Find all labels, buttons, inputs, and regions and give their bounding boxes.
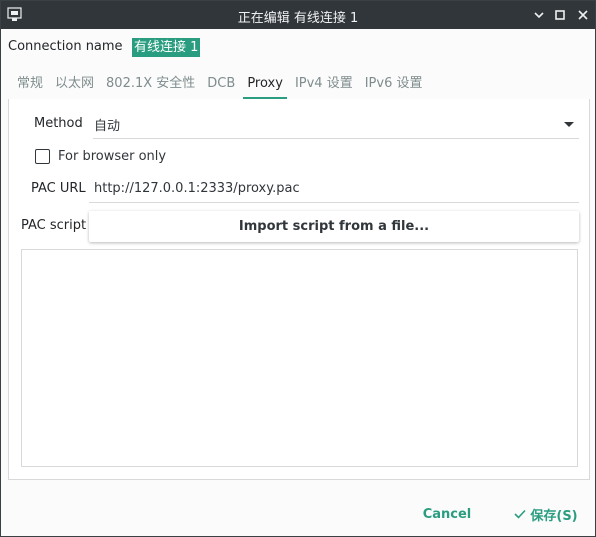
pac-script-textarea[interactable]: [21, 249, 578, 467]
pac-script-label: PAC script: [21, 218, 87, 233]
close-icon[interactable]: [574, 6, 592, 24]
tab-bar: 常规 以太网 802.1X 安全性 DCB Proxy IPv4 设置 IPv6…: [11, 73, 429, 99]
browser-only-row[interactable]: For browser only: [35, 149, 166, 164]
method-value: 自动: [94, 119, 121, 134]
checkmark-icon: [514, 509, 526, 519]
proxy-panel: Method 自动 For browser only PAC URL http:…: [8, 99, 590, 480]
window-title: 正在编辑 有线连接 1: [237, 11, 359, 26]
tab-ipv4-settings[interactable]: IPv4 设置: [289, 73, 359, 99]
browser-only-label: For browser only: [58, 149, 167, 164]
tab-ethernet[interactable]: 以太网: [49, 73, 100, 99]
connection-name-input[interactable]: 有线连接 1: [132, 38, 590, 60]
maximize-icon[interactable]: [551, 6, 569, 24]
tab-dcb[interactable]: DCB: [201, 73, 241, 99]
save-button-label: 保存(S): [530, 508, 578, 524]
tab-8021x-security[interactable]: 802.1X 安全性: [100, 73, 201, 99]
save-button[interactable]: 保存(S): [504, 501, 588, 527]
method-select[interactable]: 自动: [93, 111, 579, 139]
dropdown-arrow-icon: [564, 122, 574, 127]
tab-general[interactable]: 常规: [11, 73, 49, 99]
pac-url-label: PAC URL: [31, 181, 86, 196]
connection-name-label: Connection name: [8, 39, 123, 54]
method-label: Method: [34, 116, 83, 131]
browser-only-checkbox[interactable]: [35, 149, 50, 164]
connection-name-value: 有线连接 1: [132, 38, 201, 57]
chevron-down-icon[interactable]: [530, 6, 548, 24]
pac-url-value: http://127.0.0.1:2333/proxy.pac: [94, 181, 300, 196]
cancel-button[interactable]: Cancel: [407, 501, 487, 527]
tab-proxy[interactable]: Proxy: [241, 73, 289, 99]
pac-url-input[interactable]: http://127.0.0.1:2333/proxy.pac: [89, 175, 579, 203]
title-bar: 正在编辑 有线连接 1: [1, 1, 595, 29]
import-script-button[interactable]: Import script from a file...: [89, 211, 579, 242]
tab-ipv6-settings[interactable]: IPv6 设置: [359, 73, 429, 99]
dialog-window: 正在编辑 有线连接 1 Connection name 有线连接 1 常规 以太…: [0, 0, 596, 537]
